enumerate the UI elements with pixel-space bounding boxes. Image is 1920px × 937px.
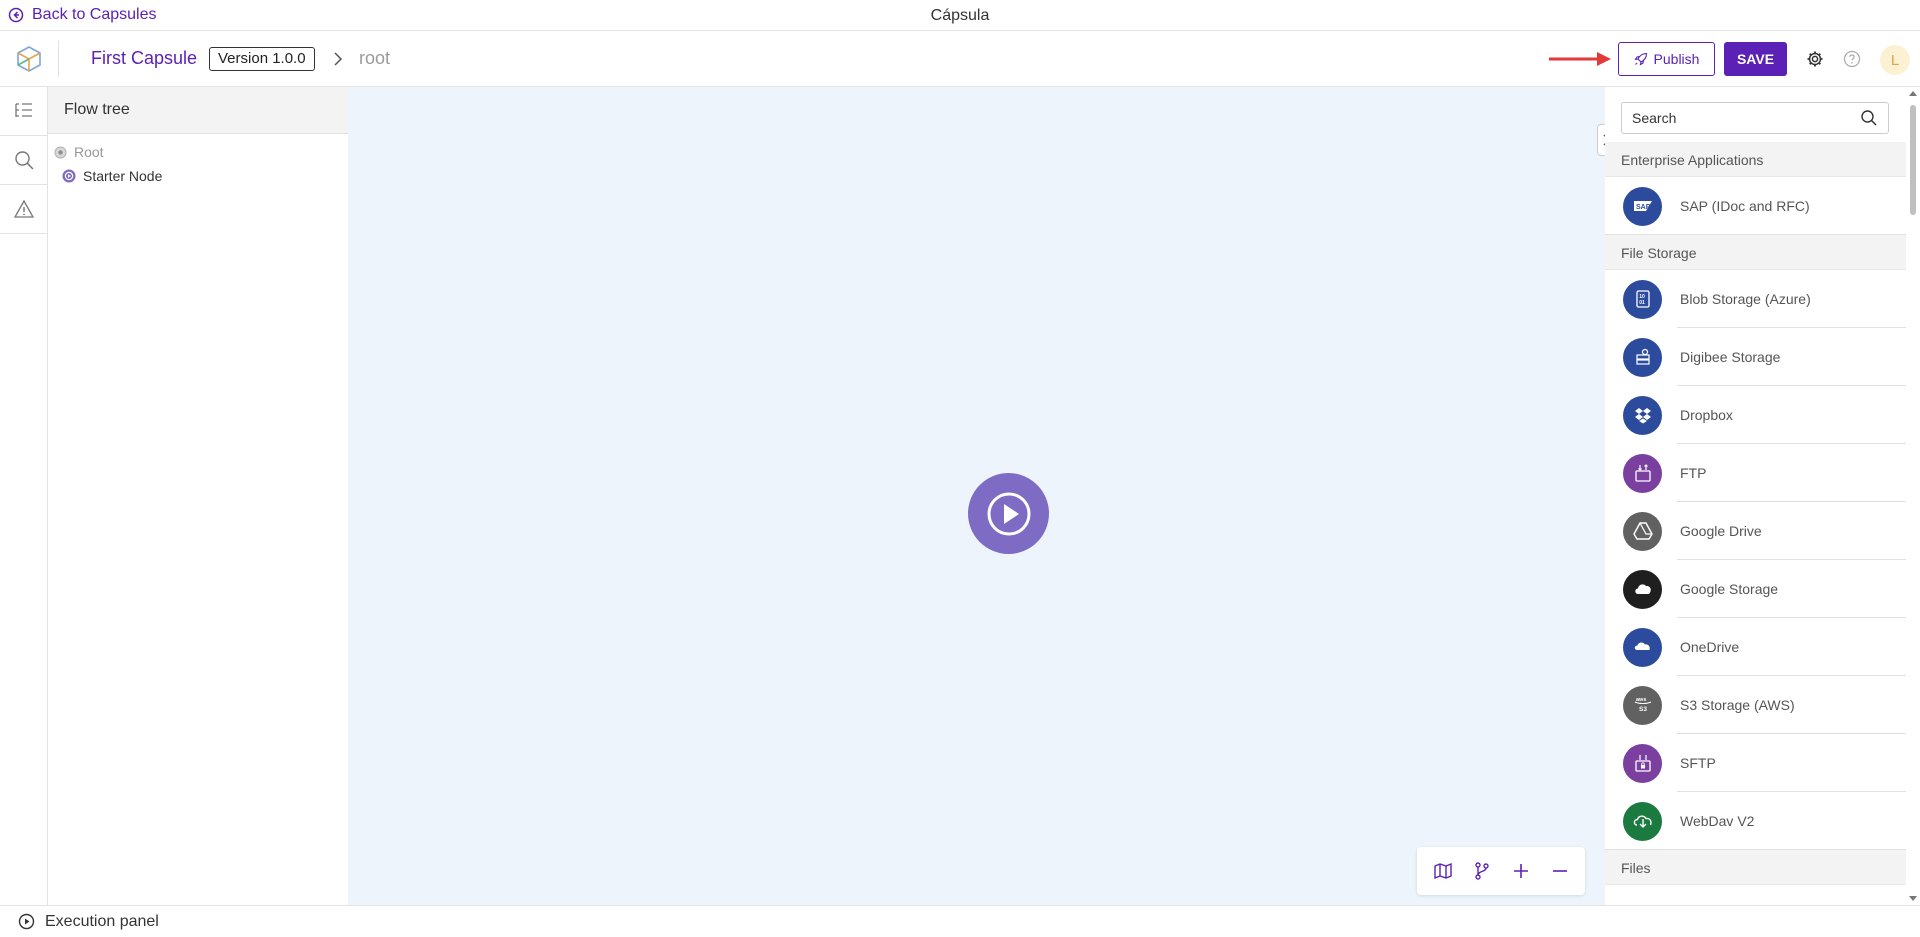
component-item[interactable]: Digibee Storage bbox=[1605, 328, 1906, 386]
execution-panel-toggle[interactable]: Execution panel bbox=[0, 905, 1920, 937]
version-badge[interactable]: Version 1.0.0 bbox=[209, 47, 315, 71]
capsule-logo-icon[interactable] bbox=[14, 44, 44, 74]
search-icon[interactable] bbox=[1860, 109, 1878, 127]
tree-starter-label: Starter Node bbox=[83, 168, 163, 184]
tree-item-starter-node[interactable]: Starter Node bbox=[62, 168, 162, 184]
rail-warnings-button[interactable] bbox=[0, 185, 47, 234]
scroll-thumb[interactable] bbox=[1910, 105, 1916, 215]
components-scrollbar[interactable] bbox=[1906, 87, 1920, 905]
help-icon[interactable] bbox=[1843, 50, 1861, 68]
component-label: OneDrive bbox=[1680, 639, 1740, 655]
zoom-in-button[interactable] bbox=[1509, 859, 1533, 883]
chevron-right-icon bbox=[334, 52, 343, 66]
component-item[interactable]: aws S3 S3 Storage (AWS) bbox=[1605, 676, 1906, 734]
components-panel: Enterprise Applications SAP SAP (IDoc an… bbox=[1605, 87, 1906, 905]
dropbox-icon bbox=[1623, 395, 1662, 435]
component-list: Enterprise Applications SAP SAP (IDoc an… bbox=[1605, 142, 1906, 885]
flow-canvas[interactable] bbox=[348, 87, 1615, 905]
component-item[interactable]: 10 01 Blob Storage (Azure) bbox=[1605, 270, 1906, 328]
component-item[interactable]: OneDrive bbox=[1605, 618, 1906, 676]
execution-panel-label: Execution panel bbox=[45, 912, 159, 930]
component-label: Dropbox bbox=[1680, 407, 1733, 423]
search-icon bbox=[14, 151, 34, 170]
svg-text:aws: aws bbox=[1636, 697, 1646, 703]
root-node-icon bbox=[54, 146, 67, 158]
component-label: Blob Storage (Azure) bbox=[1680, 291, 1811, 307]
breadcrumb-root[interactable]: root bbox=[359, 48, 390, 69]
s3-icon: aws S3 bbox=[1623, 685, 1662, 725]
rocket-icon bbox=[1633, 52, 1647, 66]
header: First Capsule Version 1.0.0 root Publish… bbox=[0, 31, 1920, 87]
webdav-icon bbox=[1623, 801, 1662, 841]
component-label: WebDav V2 bbox=[1680, 813, 1755, 829]
warning-triangle-icon bbox=[13, 199, 34, 218]
window-title: Cápsula bbox=[930, 7, 990, 24]
group-header: File Storage bbox=[1605, 235, 1906, 270]
component-item[interactable]: Google Storage bbox=[1605, 560, 1906, 618]
logo-divider bbox=[58, 41, 59, 77]
scroll-down-icon[interactable] bbox=[1909, 896, 1917, 901]
publish-label: Publish bbox=[1653, 51, 1700, 67]
rail-search-button[interactable] bbox=[0, 136, 47, 185]
left-icon-rail bbox=[0, 87, 48, 905]
red-arrow-annotation-icon bbox=[1549, 52, 1611, 66]
google-storage-icon bbox=[1623, 569, 1662, 609]
component-item[interactable]: SFTP bbox=[1605, 734, 1906, 792]
gear-icon[interactable] bbox=[1806, 50, 1824, 68]
google-drive-icon bbox=[1623, 511, 1662, 551]
git-branch-icon bbox=[1474, 862, 1489, 880]
component-label: FTP bbox=[1680, 465, 1707, 481]
component-label: Digibee Storage bbox=[1680, 349, 1781, 365]
publish-button[interactable]: Publish bbox=[1618, 42, 1715, 76]
user-avatar[interactable]: L bbox=[1880, 45, 1910, 75]
blob-storage-icon: 10 01 bbox=[1623, 279, 1662, 319]
tree-list-icon bbox=[14, 103, 32, 117]
search-input[interactable] bbox=[1632, 110, 1860, 126]
svg-text:01: 01 bbox=[1639, 300, 1645, 306]
component-item[interactable]: WebDav V2 bbox=[1605, 792, 1906, 850]
top-bar: Back to Capsules Cápsula bbox=[0, 0, 1920, 31]
tree-item-root[interactable]: Root bbox=[54, 144, 104, 160]
minus-icon bbox=[1552, 870, 1567, 872]
ftp-icon bbox=[1623, 453, 1662, 493]
component-item[interactable]: SAP SAP (IDoc and RFC) bbox=[1605, 177, 1906, 235]
component-label: Google Drive bbox=[1680, 523, 1762, 539]
rail-flow-tree-button[interactable] bbox=[0, 87, 47, 136]
play-circle-icon bbox=[18, 913, 35, 930]
component-item[interactable]: FTP bbox=[1605, 444, 1906, 502]
group-header: Enterprise Applications bbox=[1605, 142, 1906, 177]
canvas-toolbar bbox=[1417, 847, 1585, 895]
digibee-storage-icon bbox=[1623, 337, 1662, 377]
flow-tree-panel: Flow tree Root Starter Node bbox=[48, 87, 348, 905]
component-label: SFTP bbox=[1680, 755, 1716, 771]
starter-node-icon bbox=[62, 169, 76, 183]
map-icon bbox=[1433, 862, 1452, 880]
sftp-icon bbox=[1623, 743, 1662, 783]
starter-node[interactable] bbox=[968, 473, 1049, 554]
plus-icon bbox=[1513, 864, 1528, 878]
svg-text:SAP: SAP bbox=[1636, 204, 1651, 211]
onedrive-icon bbox=[1623, 627, 1662, 667]
component-label: SAP (IDoc and RFC) bbox=[1680, 198, 1810, 214]
component-label: Google Storage bbox=[1680, 581, 1779, 597]
tree-root-label: Root bbox=[74, 144, 104, 160]
save-button[interactable]: SAVE bbox=[1724, 42, 1787, 76]
branch-button[interactable] bbox=[1470, 859, 1494, 883]
component-label: S3 Storage (AWS) bbox=[1680, 697, 1795, 713]
play-circle-icon bbox=[987, 492, 1030, 535]
minimap-button[interactable] bbox=[1431, 859, 1455, 883]
component-item[interactable]: Google Drive bbox=[1605, 502, 1906, 560]
capsule-name[interactable]: First Capsule bbox=[91, 48, 197, 69]
flow-tree-title: Flow tree bbox=[48, 87, 348, 134]
component-item[interactable]: Dropbox bbox=[1605, 386, 1906, 444]
zoom-out-button[interactable] bbox=[1548, 859, 1572, 883]
group-header: Files bbox=[1605, 850, 1906, 885]
sap-icon: SAP bbox=[1623, 186, 1662, 226]
component-search bbox=[1621, 102, 1889, 134]
scroll-up-icon[interactable] bbox=[1909, 91, 1917, 96]
svg-text:S3: S3 bbox=[1639, 706, 1647, 713]
